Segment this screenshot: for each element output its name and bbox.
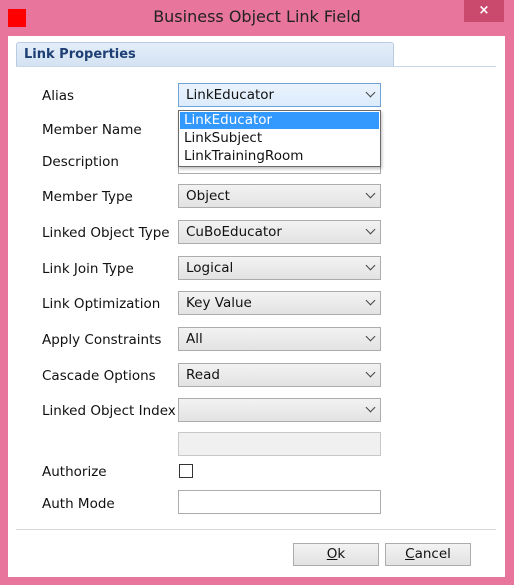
linked-object-index-extra-input <box>178 432 381 456</box>
cascade-options-value: Read <box>186 367 220 383</box>
chevron-down-icon <box>365 87 376 98</box>
chevron-down-icon <box>365 295 376 306</box>
link-optimization-combobox[interactable]: Key Value <box>178 291 381 315</box>
alias-option-linktrainingroom[interactable]: LinkTrainingRoom <box>180 148 379 165</box>
chevron-down-icon <box>365 224 376 235</box>
dialog-window: Business Object Link Field × Link Proper… <box>0 0 514 585</box>
panel-title: Link Properties <box>24 47 136 62</box>
cancel-mnemonic: C <box>405 546 415 562</box>
alias-combobox[interactable]: LinkEducator <box>178 83 381 107</box>
window-title: Business Object Link Field <box>153 7 361 26</box>
link-join-type-value: Logical <box>186 260 234 276</box>
chevron-down-icon <box>365 260 376 271</box>
linked-object-index-label: Linked Object Index <box>42 403 176 419</box>
member-type-value: Object <box>186 188 230 204</box>
link-join-type-combobox[interactable]: Logical <box>178 256 381 280</box>
auth-mode-input[interactable] <box>178 490 381 514</box>
cancel-button[interactable]: Cancel <box>385 543 471 566</box>
cascade-options-combobox[interactable]: Read <box>178 363 381 387</box>
cancel-label-rest: ancel <box>414 546 451 562</box>
apply-constraints-combobox[interactable]: All <box>178 327 381 351</box>
chevron-down-icon <box>365 188 376 199</box>
close-icon: × <box>478 3 490 18</box>
ok-mnemonic: O <box>326 546 338 562</box>
panel-divider <box>16 66 496 67</box>
chevron-down-icon <box>365 367 376 378</box>
ok-label-rest: k <box>337 546 346 562</box>
close-button[interactable]: × <box>464 0 504 22</box>
alias-option-linkeducator[interactable]: LinkEducator <box>180 112 379 129</box>
chevron-down-icon <box>365 331 376 342</box>
apply-constraints-label: Apply Constraints <box>42 332 162 348</box>
linked-object-type-label: Linked Object Type <box>42 225 170 241</box>
linked-object-type-value: CuBoEducator <box>186 224 282 240</box>
alias-dropdown-list: LinkEducator LinkSubject LinkTrainingRoo… <box>178 110 381 167</box>
authorize-checkbox[interactable] <box>179 464 193 478</box>
link-optimization-label: Link Optimization <box>42 296 161 312</box>
footer-divider <box>16 529 496 530</box>
alias-option-linksubject[interactable]: LinkSubject <box>180 130 379 147</box>
member-type-combobox[interactable]: Object <box>178 184 381 208</box>
alias-label: Alias <box>42 88 75 104</box>
chevron-down-icon <box>365 402 376 413</box>
authorize-label: Authorize <box>42 464 107 480</box>
description-label: Description <box>42 154 119 170</box>
alias-value: LinkEducator <box>186 87 275 103</box>
cascade-options-label: Cascade Options <box>42 368 156 384</box>
member-type-label: Member Type <box>42 189 133 205</box>
linked-object-type-combobox[interactable]: CuBoEducator <box>178 220 381 244</box>
link-optimization-value: Key Value <box>186 295 252 311</box>
link-properties-header: Link Properties <box>16 42 394 66</box>
ok-button[interactable]: Ok <box>293 543 379 566</box>
auth-mode-label: Auth Mode <box>42 496 115 512</box>
member-name-label: Member Name <box>42 122 142 138</box>
link-join-type-label: Link Join Type <box>42 261 134 277</box>
linked-object-index-combobox[interactable] <box>178 398 381 422</box>
apply-constraints-value: All <box>186 331 203 347</box>
title-bar[interactable]: Business Object Link Field × <box>0 0 514 36</box>
